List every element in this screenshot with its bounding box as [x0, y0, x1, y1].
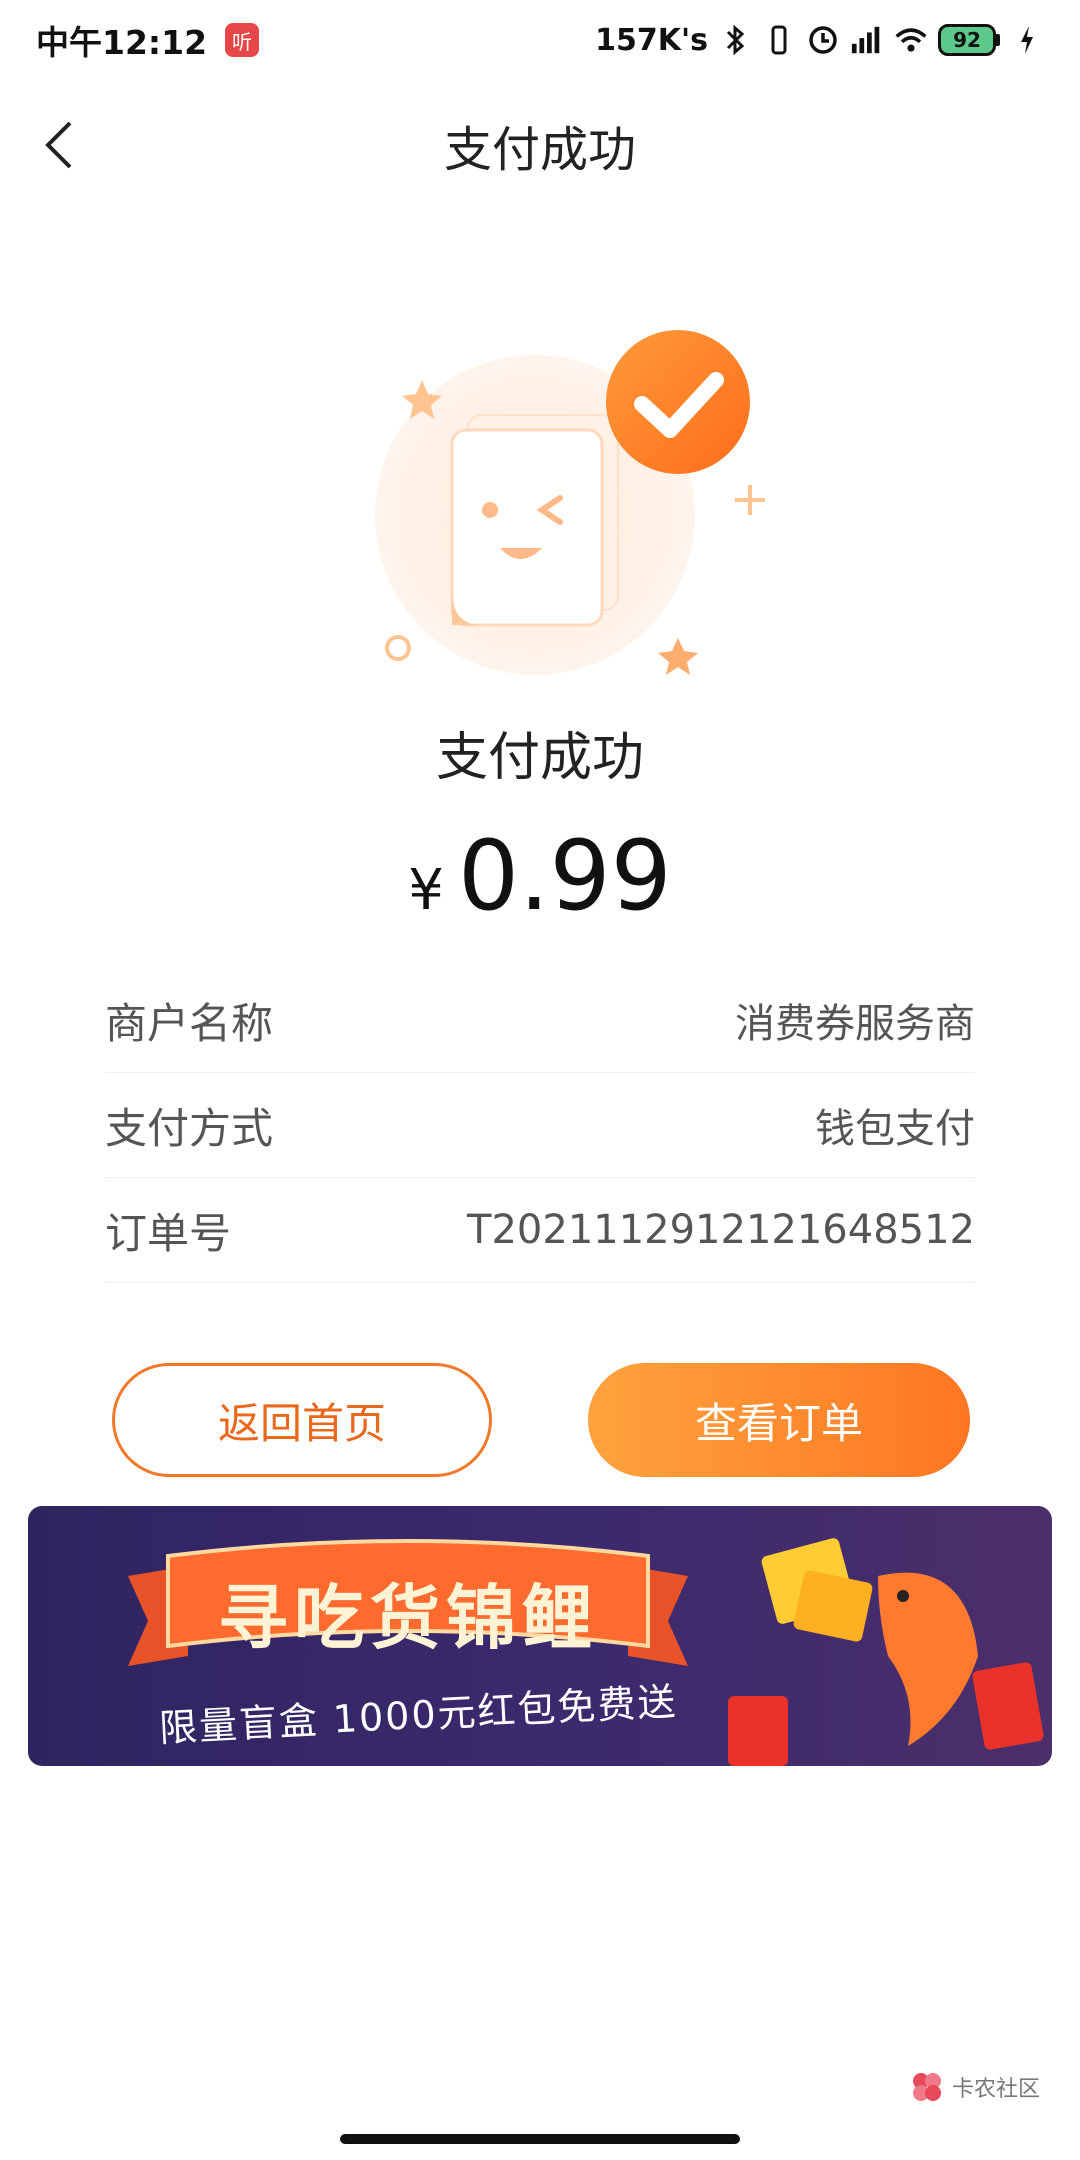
listen-app-icon: 听: [225, 23, 260, 57]
info-row-merchant: 商户名称 消费券服务商: [105, 968, 975, 1073]
info-value: 钱包支付: [815, 1106, 975, 1152]
network-speed: 157K's: [595, 22, 708, 58]
view-order-button[interactable]: 查看订单: [588, 1363, 970, 1477]
home-indicator[interactable]: [340, 2134, 740, 2144]
payment-amount: ¥ 0.99: [0, 820, 1080, 932]
status-right: 157K's 92: [595, 23, 1044, 58]
wifi-icon: [894, 23, 928, 57]
charging-icon: [1010, 23, 1044, 57]
watermark: 卡农社区: [910, 2070, 1040, 2104]
status-bar: 中午12:12 听 157K's 92: [0, 0, 1080, 80]
success-title: 支付成功: [435, 728, 644, 788]
battery-icon: 92: [938, 24, 1000, 56]
nav-bar: 支付成功: [0, 100, 1080, 190]
page-title: 支付成功: [443, 122, 636, 178]
order-info-list: 商户名称 消费券服务商 支付方式 钱包支付 订单号 T2021112912121…: [105, 968, 975, 1283]
info-value: 消费券服务商: [735, 1001, 975, 1047]
banner-subtitle: 限量盲盒 1000元红包免费送: [157, 1679, 679, 1751]
watermark-logo-icon: [912, 2073, 941, 2101]
promo-banner[interactable]: 寻吃货锦鲤 限量盲盒 1000元红包免费送: [28, 1506, 1052, 1766]
watermark-text: 卡农社区: [951, 2077, 1040, 2102]
info-value: T2021112912121648512: [467, 1207, 975, 1253]
info-row-order-number: 订单号 T2021112912121648512: [105, 1178, 975, 1283]
vibrate-icon: [762, 23, 796, 57]
status-left: 中午12:12 听: [36, 16, 260, 64]
info-label: 支付方式: [105, 1103, 274, 1153]
success-illustration: [370, 320, 770, 680]
bluetooth-icon: [718, 23, 752, 57]
info-label: 商户名称: [105, 998, 274, 1048]
koi-fish-gift-illustration: [728, 1538, 1044, 1766]
info-label: 订单号: [105, 1208, 232, 1258]
status-time: 中午12:12: [36, 23, 208, 62]
banner-title: 寻吃货锦鲤: [218, 1577, 598, 1659]
signal-icon: [850, 23, 884, 57]
battery-level: 92: [938, 24, 996, 56]
alarm-icon: [806, 23, 840, 57]
currency-symbol: ¥: [408, 858, 444, 923]
info-row-payment-method: 支付方式 钱包支付: [105, 1073, 975, 1178]
back-to-home-button[interactable]: 返回首页: [112, 1363, 492, 1477]
amount-value: 0.99: [457, 820, 672, 932]
